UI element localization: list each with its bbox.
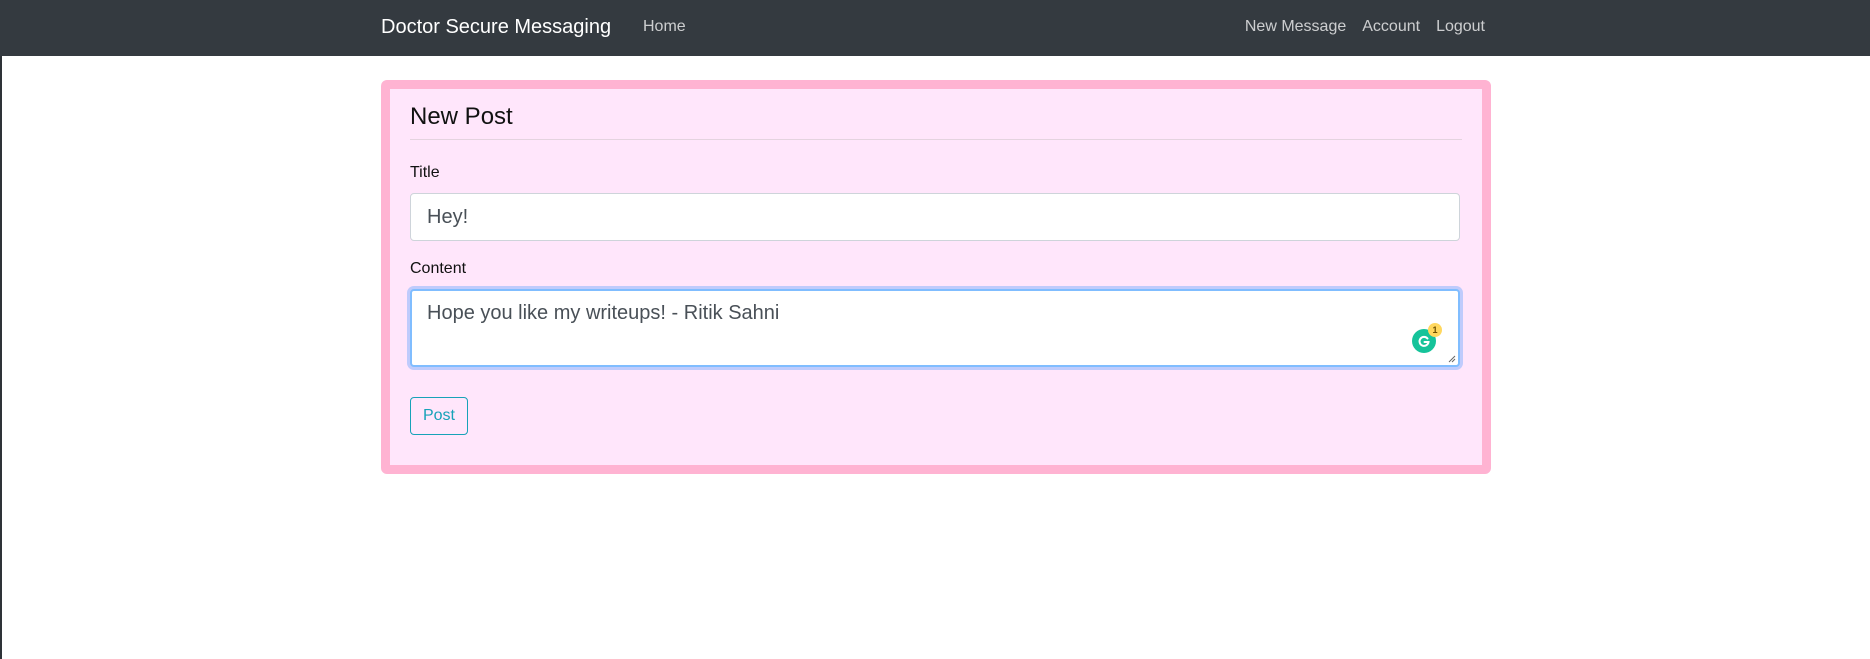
form-legend: New Post bbox=[410, 103, 1462, 140]
post-button[interactable]: Post bbox=[410, 397, 468, 435]
navbar-container: Doctor Secure Messaging Home New Message… bbox=[381, 0, 1485, 56]
navbar-right-links: New Message Account Logout bbox=[1245, 18, 1485, 36]
content-label: Content bbox=[410, 260, 467, 277]
nav-new-message-link[interactable]: New Message bbox=[1245, 18, 1346, 36]
nav-home-link[interactable]: Home bbox=[643, 18, 686, 36]
grammarly-alert-badge: 1 bbox=[1428, 323, 1442, 337]
title-input[interactable] bbox=[410, 193, 1460, 241]
nav-account-link[interactable]: Account bbox=[1362, 18, 1420, 36]
window-left-edge bbox=[0, 0, 2, 659]
content-textarea[interactable]: Hope you like my writeups! - Ritik Sahni bbox=[410, 289, 1460, 367]
resize-handle-icon[interactable] bbox=[1448, 355, 1456, 363]
nav-logout-link[interactable]: Logout bbox=[1436, 18, 1485, 36]
navbar-brand-link[interactable]: Doctor Secure Messaging bbox=[381, 16, 611, 39]
title-label: Title bbox=[410, 164, 440, 181]
top-navbar: Doctor Secure Messaging Home New Message… bbox=[0, 0, 1870, 56]
new-post-form-card: New Post Title Content Hope you like my … bbox=[381, 80, 1491, 474]
